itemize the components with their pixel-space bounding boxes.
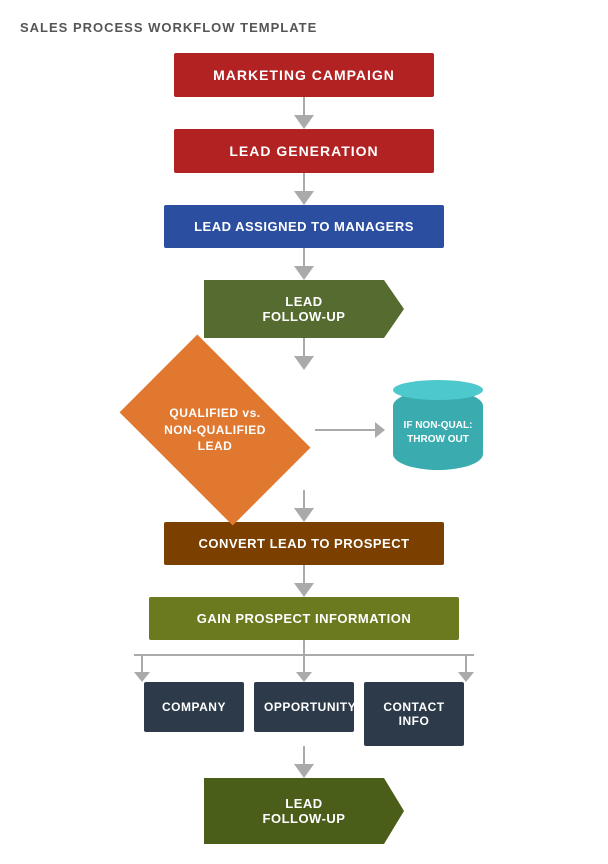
branch-arrow-left xyxy=(134,656,150,682)
flowchart: MARKETING CAMPAIGN LEAD GENERATION LEAD … xyxy=(20,53,588,844)
lead-followup2-box: LEAD FOLLOW-UP xyxy=(204,778,404,844)
arrow-6 xyxy=(294,565,314,597)
branch-container xyxy=(114,640,494,682)
company-box: COMPANY xyxy=(144,682,244,732)
qualified-row: QUALIFIED vs. NON-QUALIFIED LEAD IF NON-… xyxy=(20,370,588,490)
page-title: SALES PROCESS WORKFLOW TEMPLATE xyxy=(20,20,588,35)
arrow-4 xyxy=(294,338,314,370)
three-col-row: COMPANY OPPORTUNITY CONTACT INFO xyxy=(114,682,494,746)
convert-lead-box: CONVERT LEAD TO PROSPECT xyxy=(164,522,444,565)
arrow-5 xyxy=(294,490,314,522)
branch-arrows xyxy=(134,656,474,682)
qualified-diamond: QUALIFIED vs. NON-QUALIFIED LEAD xyxy=(125,370,305,490)
nonqual-arrow-head xyxy=(375,422,385,438)
lead-assigned-box: LEAD ASSIGNED TO MANAGERS xyxy=(164,205,444,248)
lead-followup1-box: LEAD FOLLOW-UP xyxy=(204,280,404,338)
h-line xyxy=(134,654,474,656)
arrow-3 xyxy=(294,248,314,280)
gain-prospect-box: GAIN PROSPECT INFORMATION xyxy=(149,597,459,640)
branch-arrow-right xyxy=(458,656,474,682)
arrow-1 xyxy=(294,97,314,129)
nonqual-arrow-line xyxy=(315,429,375,431)
branch-arrow-center xyxy=(296,656,312,682)
arrow-2 xyxy=(294,173,314,205)
lead-generation-box: LEAD GENERATION xyxy=(174,129,434,173)
contact-info-box: CONTACT INFO xyxy=(364,682,464,746)
marketing-campaign-box: MARKETING CAMPAIGN xyxy=(174,53,434,97)
nonqual-cylinder: IF NON-QUAL: THROW OUT xyxy=(393,390,483,470)
arrow-7 xyxy=(294,746,314,778)
opportunity-box: OPPORTUNITY xyxy=(254,682,354,732)
